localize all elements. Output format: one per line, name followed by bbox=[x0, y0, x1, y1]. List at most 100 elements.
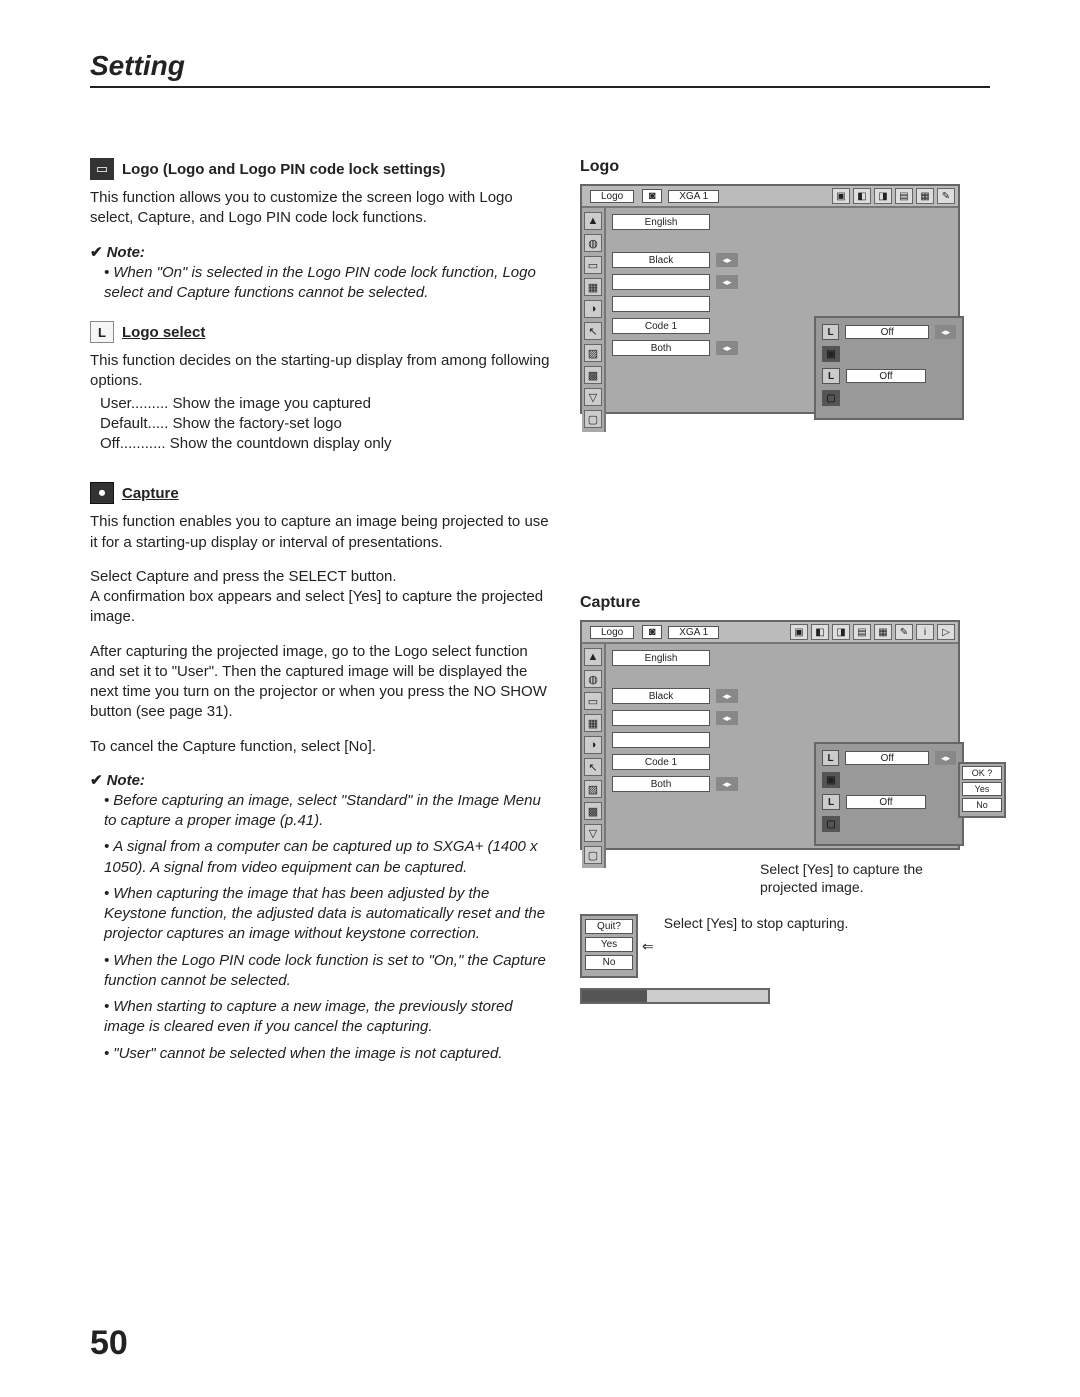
sub-value: Off bbox=[845, 325, 929, 339]
down-arrow-icon: ▽ bbox=[584, 824, 602, 842]
no-button[interactable]: No bbox=[962, 798, 1002, 812]
toolbar-icon: ▦ bbox=[916, 188, 934, 204]
signal-label: XGA 1 bbox=[668, 626, 719, 639]
sub-row: ▢ bbox=[822, 390, 956, 406]
left-right-arrows-icon: ◂▸ bbox=[716, 341, 738, 355]
up-arrow-icon: ▲ bbox=[584, 212, 602, 230]
menu-row bbox=[612, 296, 952, 312]
toolbar-icon: ▣ bbox=[790, 624, 808, 640]
yes-button[interactable]: Yes bbox=[585, 937, 633, 952]
toolbar-icon: ◨ bbox=[874, 188, 892, 204]
logo-title: Logo (Logo and Logo PIN code lock settin… bbox=[122, 161, 445, 178]
menu-value: English bbox=[612, 214, 710, 230]
menu-value: Both bbox=[612, 776, 710, 792]
quit-label: Quit? bbox=[585, 919, 633, 934]
camera-icon: ▣ bbox=[822, 772, 840, 788]
down-arrow-icon: ▽ bbox=[584, 388, 602, 406]
logo-select-header: L Logo select bbox=[90, 321, 550, 343]
sub-row: ▣ bbox=[822, 772, 956, 788]
side-icon: ↖ bbox=[584, 322, 602, 340]
note-item: Before capturing an image, select "Stand… bbox=[104, 791, 550, 832]
camera-icon: ⏺ bbox=[90, 482, 114, 504]
logo-select-icon: L bbox=[90, 321, 114, 343]
capture-header: ⏺ Capture bbox=[90, 482, 550, 504]
menu-row: Black◂▸ bbox=[612, 688, 952, 704]
exit-icon: ▢ bbox=[822, 816, 840, 832]
ok-label: OK ? bbox=[962, 766, 1002, 780]
menu-tab-label: Logo bbox=[590, 626, 634, 639]
capture-body-2: Select Capture and press the SELECT butt… bbox=[90, 567, 550, 628]
topbar-icons: ▣ ◧ ◨ ▤ ▦ ✎ i ▷ bbox=[790, 624, 955, 640]
menu-value bbox=[612, 274, 710, 290]
menu-value: Code 1 bbox=[612, 318, 710, 334]
menu-row: English bbox=[612, 214, 952, 230]
logo-sub-panel: LOff◂▸ ▣ L Off ▢ bbox=[814, 316, 964, 420]
sub-row: L Off bbox=[822, 368, 956, 384]
menu-row: ◂▸ bbox=[612, 274, 952, 290]
content-columns: ▭ Logo (Logo and Logo PIN code lock sett… bbox=[90, 158, 990, 1082]
toolbar-icon: ◨ bbox=[832, 624, 850, 640]
topbar-icons: ▣ ◧ ◨ ▤ ▦ ✎ bbox=[832, 188, 955, 204]
capture-note-label: Note: bbox=[90, 771, 550, 789]
toolbar-icon: ▤ bbox=[853, 624, 871, 640]
sub-row: ▣ bbox=[822, 346, 956, 362]
logo-icon: ▭ bbox=[90, 158, 114, 180]
menu-value bbox=[612, 710, 710, 726]
side-icon: ▨ bbox=[584, 344, 602, 362]
menu-value bbox=[612, 296, 710, 312]
logo-select-defs: User......... Show the image you capture… bbox=[100, 394, 550, 455]
menu-value bbox=[612, 732, 710, 748]
sub-value: Off bbox=[846, 795, 926, 809]
pointer-arrow-icon: ⇐ bbox=[642, 938, 654, 955]
side-icon: ◍ bbox=[584, 234, 602, 252]
signal-label: XGA 1 bbox=[668, 190, 719, 203]
sub-value: Off bbox=[846, 369, 926, 383]
menu-value: Both bbox=[612, 340, 710, 356]
capture-progress-bar bbox=[580, 988, 770, 1004]
sub-row: LOff◂▸ bbox=[822, 324, 956, 340]
menu-tab-label: Logo bbox=[590, 190, 634, 203]
no-button[interactable]: No bbox=[585, 955, 633, 970]
yes-button[interactable]: Yes bbox=[962, 782, 1002, 796]
capture-note-list: Before capturing an image, select "Stand… bbox=[90, 791, 550, 1064]
capture-body-1: This function enables you to capture an … bbox=[90, 512, 550, 553]
logo-note-label: Note: bbox=[90, 243, 550, 261]
side-icon: ▭ bbox=[584, 692, 602, 710]
logo-select-title: Logo select bbox=[122, 324, 205, 341]
capture-section: ⏺ Capture This function enables you to c… bbox=[90, 482, 550, 1064]
side-icon: ↖ bbox=[584, 758, 602, 776]
toolbar-icon: ▷ bbox=[937, 624, 955, 640]
side-icon: ▩ bbox=[584, 366, 602, 384]
side-icon: ▢ bbox=[584, 846, 602, 864]
menu-value: Black bbox=[612, 252, 710, 268]
signal-icon: ◙ bbox=[642, 189, 662, 203]
left-column: ▭ Logo (Logo and Logo PIN code lock sett… bbox=[90, 158, 550, 1082]
note-item: When the Logo PIN code lock function is … bbox=[104, 951, 550, 992]
lock-icon: L bbox=[822, 368, 840, 384]
sub-value: Off bbox=[845, 751, 929, 765]
side-icon: ▦ bbox=[584, 714, 602, 732]
menu-row: English bbox=[612, 650, 952, 666]
up-arrow-icon: ▲ bbox=[584, 648, 602, 666]
def-row: User......... Show the image you capture… bbox=[100, 394, 550, 414]
logo-header: ▭ Logo (Logo and Logo PIN code lock sett… bbox=[90, 158, 550, 180]
signal-icon: ◙ bbox=[642, 625, 662, 639]
capture-menu-window: Logo ◙ XGA 1 ▣ ◧ ◨ ▤ ▦ ✎ i ▷ bbox=[580, 620, 960, 850]
page-title: Setting bbox=[90, 50, 990, 82]
logo-figure-heading: Logo bbox=[580, 158, 960, 176]
capture-sub-panel: LOff◂▸ ▣ LOff ▢ bbox=[814, 742, 964, 846]
side-icon: ◍ bbox=[584, 670, 602, 688]
sub-row: ▢ bbox=[822, 816, 956, 832]
left-right-arrows-icon: ◂▸ bbox=[716, 275, 738, 289]
capture-caption-2: Select [Yes] to stop capturing. bbox=[664, 914, 849, 932]
menu-row: ◂▸ bbox=[612, 710, 952, 726]
left-right-arrows-icon: ◂▸ bbox=[716, 777, 738, 791]
right-column: Logo Logo ◙ XGA 1 ▣ ◧ ◨ ▤ ▦ ✎ bbox=[580, 158, 960, 1082]
toolbar-icon: ▦ bbox=[874, 624, 892, 640]
side-icon: ▨ bbox=[584, 780, 602, 798]
note-item: When starting to capture a new image, th… bbox=[104, 997, 550, 1038]
side-icon: ▦ bbox=[584, 278, 602, 296]
l-icon: L bbox=[822, 750, 839, 766]
note-item: A signal from a computer can be captured… bbox=[104, 837, 550, 878]
toolbar-icon: ▣ bbox=[832, 188, 850, 204]
